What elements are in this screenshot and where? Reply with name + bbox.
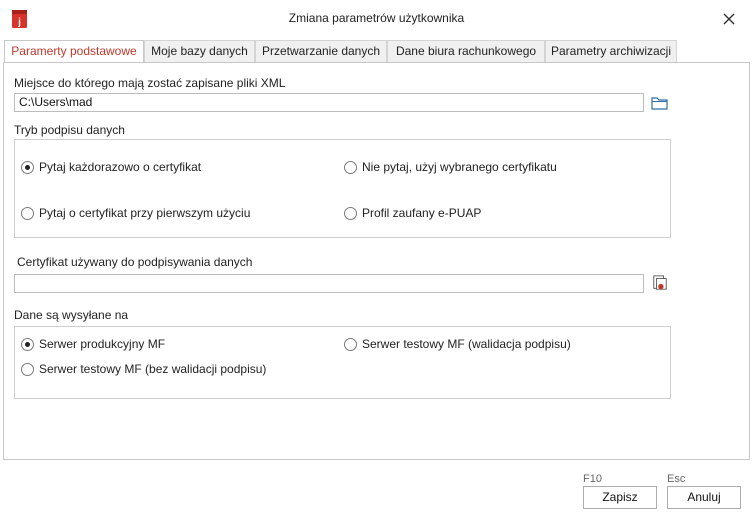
radio-ask-first-use[interactable]: Pytaj o certyfikat przy pierwszym użyciu [21, 206, 250, 220]
radio-test-server-validation[interactable]: Serwer testowy MF (walidacja podpisu) [344, 337, 571, 351]
close-icon[interactable] [719, 9, 739, 29]
radio-production-server[interactable]: Serwer produkcyjny MF [21, 337, 165, 351]
xml-location-input[interactable]: C:\Users\mad [14, 93, 644, 112]
radio-checked-icon [21, 337, 34, 351]
save-button[interactable]: Zapisz [583, 486, 657, 509]
radio-unchecked-icon [344, 206, 357, 220]
tab-archiving-parameters[interactable]: Parametry archiwizacji [545, 40, 677, 62]
xml-location-label: Miejsce do którego mają zostać zapisane … [14, 76, 286, 90]
tab-data-processing[interactable]: Przetwarzanie danych [255, 40, 387, 62]
radio-checked-icon [21, 160, 34, 174]
radio-label: Profil zaufany e-PUAP [362, 206, 482, 220]
radio-use-selected-certificate[interactable]: Nie pytaj, użyj wybranego certyfikatu [344, 160, 557, 174]
radio-label: Serwer testowy MF (bez walidacji podpisu… [39, 362, 267, 376]
title-bar: j Zmiana parametrów użytkownika [0, 0, 753, 37]
folder-icon[interactable] [651, 95, 669, 111]
tab-basic-parameters[interactable]: Paramerty podstawowe [4, 40, 144, 63]
radio-test-server-no-validation[interactable]: Serwer testowy MF (bez walidacji podpisu… [21, 362, 266, 376]
send-target-group: Serwer produkcyjny MF Serwer testowy MF … [14, 326, 671, 399]
radio-label: Serwer testowy MF (walidacja podpisu) [362, 337, 571, 351]
radio-label: Pytaj każdorazowo o certyfikat [39, 160, 202, 174]
radio-epuap-profile[interactable]: Profil zaufany e-PUAP [344, 206, 481, 220]
dialog-footer: F10 Zapisz Esc Anuluj [0, 460, 753, 520]
radio-label: Nie pytaj, użyj wybranego certyfikatu [362, 160, 557, 174]
save-shortcut-hint: F10 [583, 473, 602, 485]
certificate-label: Certyfikat używany do podpisywania danyc… [17, 255, 253, 269]
certificate-icon[interactable] [651, 275, 669, 291]
tab-my-databases[interactable]: Moje bazy danych [144, 40, 255, 62]
radio-label: Serwer produkcyjny MF [39, 337, 166, 351]
radio-unchecked-icon [21, 362, 34, 376]
radio-label: Pytaj o certyfikat przy pierwszym użyciu [39, 206, 251, 220]
signature-mode-label: Tryb podpisu danych [14, 123, 125, 137]
cancel-button[interactable]: Anuluj [667, 486, 741, 509]
signature-mode-group: Pytaj każdorazowo o certyfikat Nie pytaj… [14, 139, 671, 238]
send-target-label: Dane są wysyłane na [14, 308, 129, 322]
tab-accounting-office[interactable]: Dane biura rachunkowego [387, 40, 545, 62]
radio-unchecked-icon [21, 206, 34, 220]
radio-unchecked-icon [344, 337, 357, 351]
radio-unchecked-icon [344, 160, 357, 174]
certificate-input[interactable] [14, 274, 644, 293]
tab-content-panel: Miejsce do którego mają zostać zapisane … [3, 62, 750, 460]
radio-ask-every-time[interactable]: Pytaj każdorazowo o certyfikat [21, 160, 201, 174]
cancel-shortcut-hint: Esc [667, 473, 686, 485]
window-title: Zmiana parametrów użytkownika [288, 11, 465, 25]
